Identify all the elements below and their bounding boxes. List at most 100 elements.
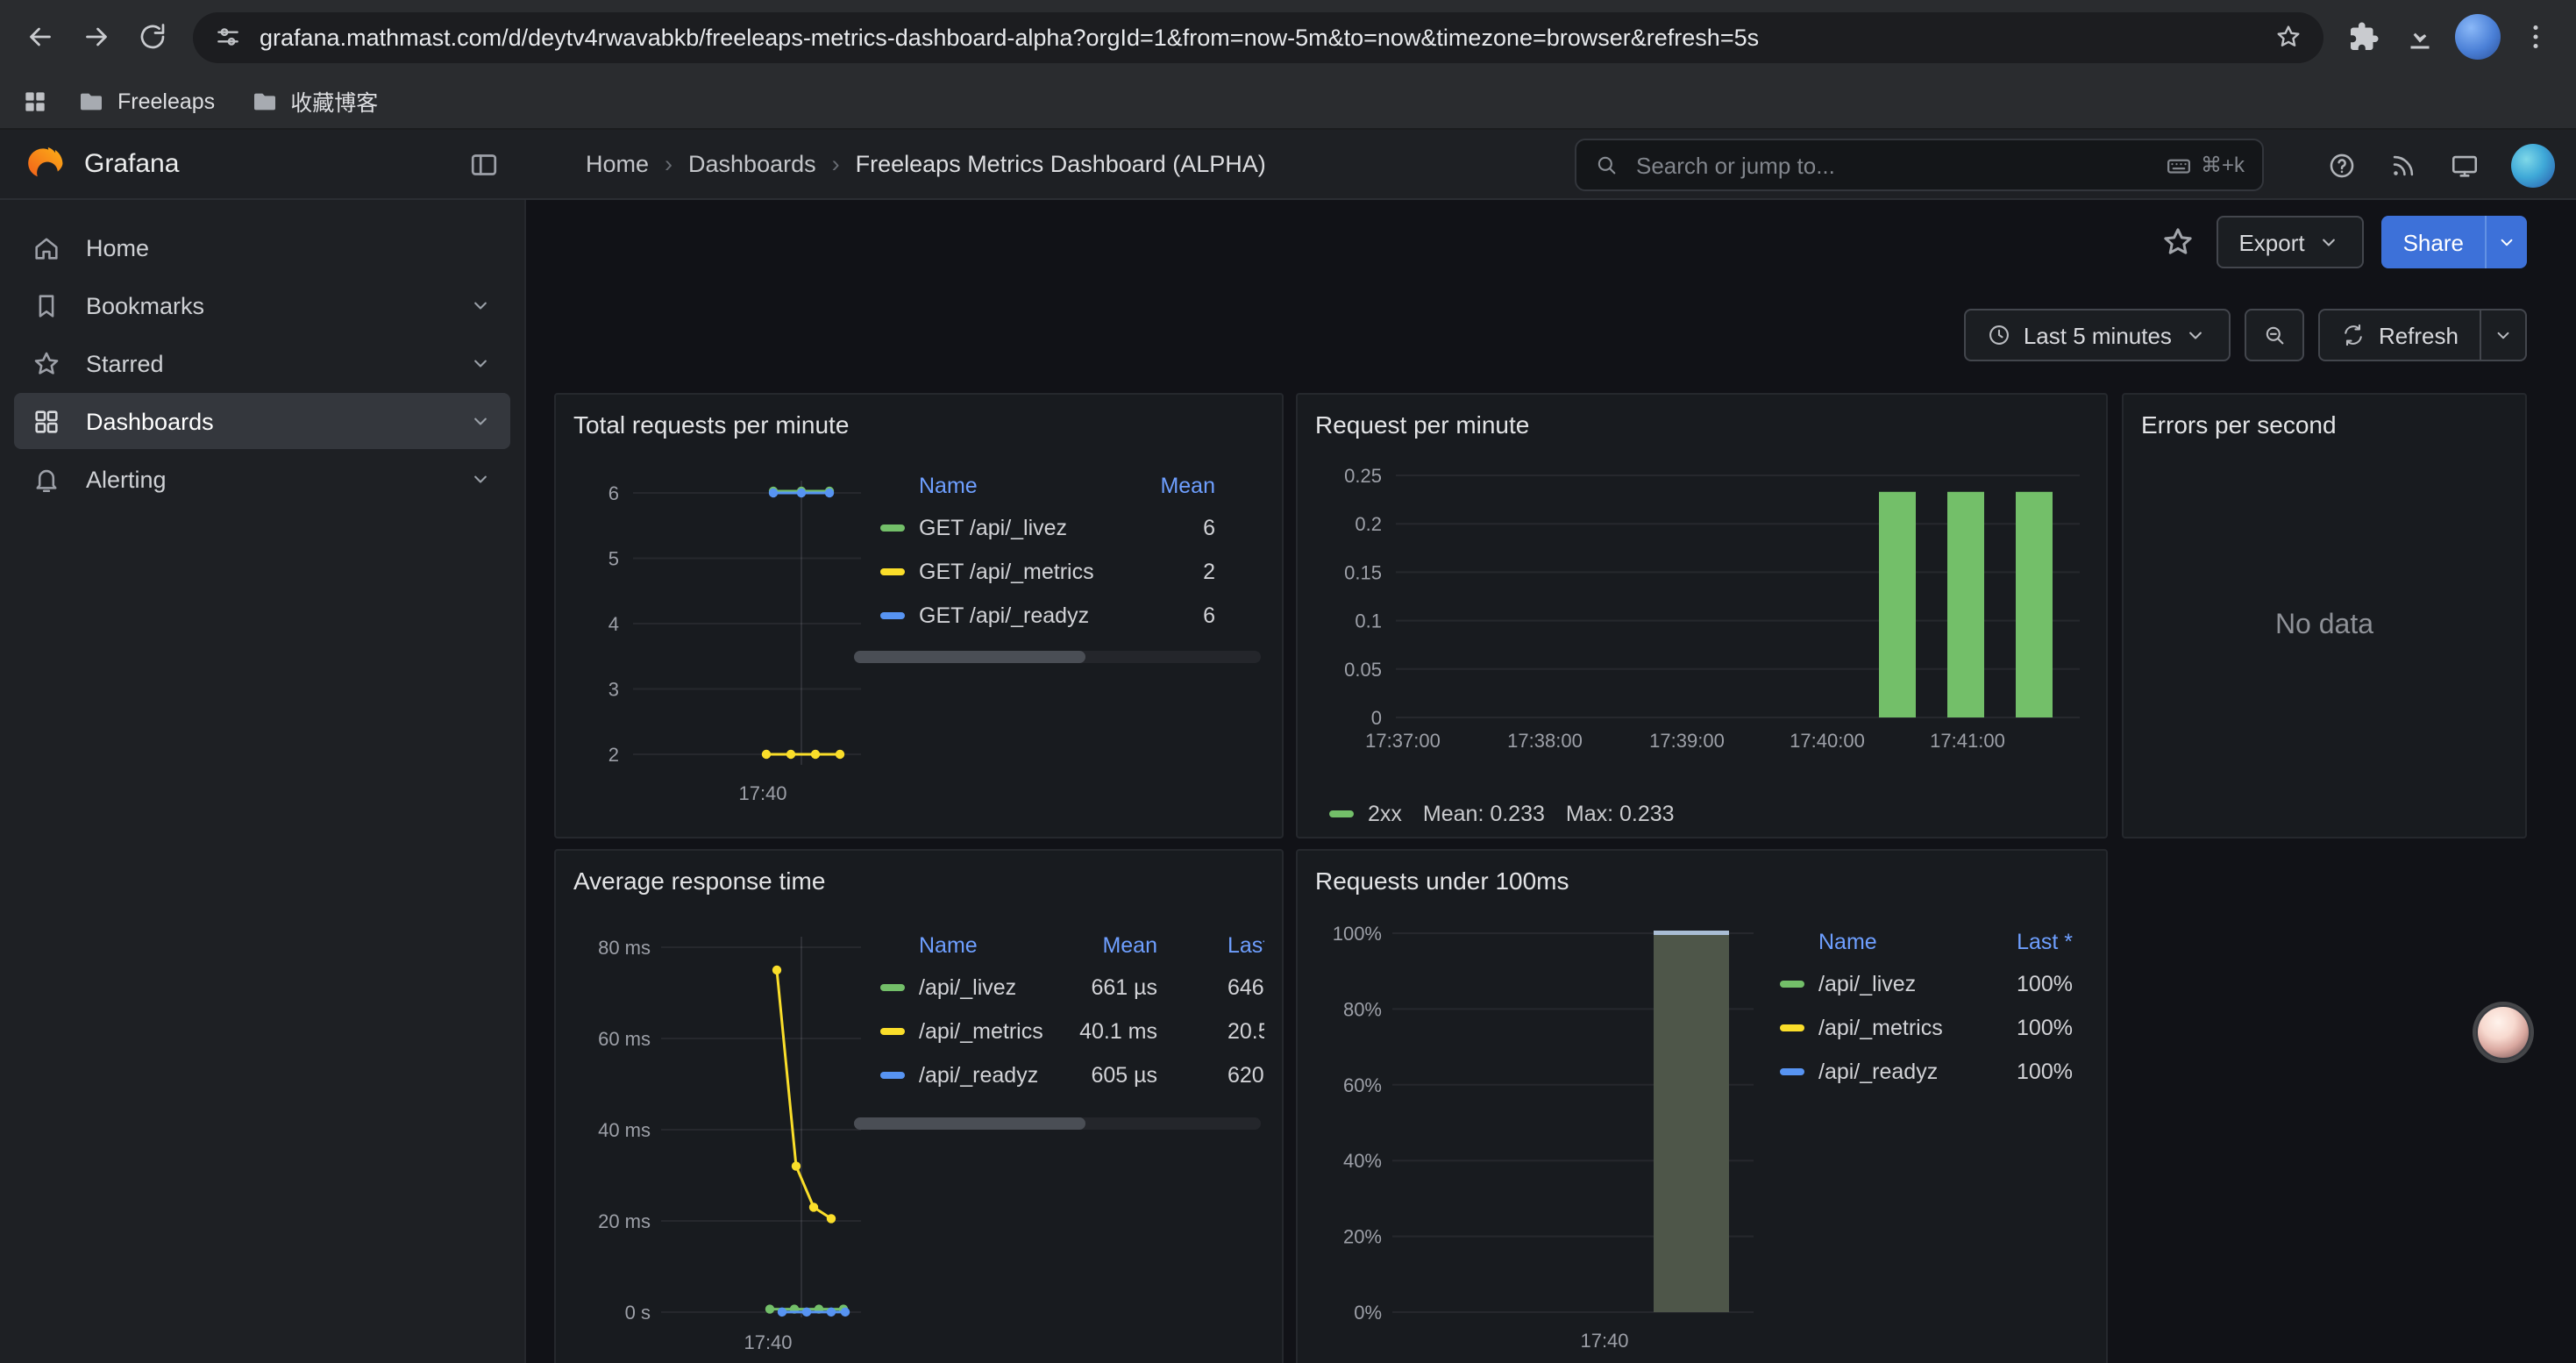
scrollbar-thumb[interactable] [854,651,1085,663]
monitor-icon[interactable] [2450,150,2480,180]
favorite-star-icon[interactable] [2156,221,2198,263]
legend-row[interactable]: /api/_livez100% [1780,961,2073,1005]
search-box[interactable]: ⌘+k [1575,139,2264,191]
share-split-button: Share [2382,216,2527,268]
search-input[interactable] [1633,150,2152,180]
legend-header[interactable]: Mean [1110,474,1215,498]
sidebar-item-alerting[interactable]: Alerting [14,451,510,507]
svg-text:80%: 80% [1343,998,1382,1020]
extensions-icon[interactable] [2338,11,2390,63]
panel-title[interactable]: Average response time [573,860,1264,902]
breadcrumb-item[interactable]: Dashboards [688,151,816,177]
legend-scrollbar[interactable] [854,651,1261,663]
browser-profile-avatar[interactable] [2455,14,2501,60]
sidebar-item-bookmarks[interactable]: Bookmarks [14,277,510,333]
assistant-avatar[interactable] [2476,1005,2530,1060]
chevron-down-icon [2184,323,2209,347]
chevron-down-icon[interactable] [468,409,493,433]
legend-header[interactable]: Name [1780,930,1950,954]
sidebar-item-label: Home [86,234,493,260]
refresh-interval-chevron-icon[interactable] [2481,309,2527,361]
sidebar-item-dashboards[interactable]: Dashboards [14,393,510,449]
folder-icon [77,87,105,115]
svg-text:17:39:00: 17:39:00 [1649,730,1725,752]
total-requests-line-chart[interactable]: 6543217:40 [573,454,868,819]
requests-under-100ms-bar-chart[interactable]: 100%80%60%40%20%0%17:40 [1315,910,1762,1363]
bookmark-item[interactable]: Freeleaps [63,82,229,120]
legend-header[interactable]: Name [880,933,1052,958]
chevron-down-icon[interactable] [468,293,493,318]
chevron-down-icon [2317,230,2342,254]
legend-row[interactable]: /api/_livez661 µs646 µs [880,965,1264,1009]
svg-text:17:40: 17:40 [744,1331,792,1353]
reload-button[interactable] [126,11,179,63]
downloads-icon[interactable] [2394,11,2446,63]
site-settings-icon[interactable] [214,23,242,51]
forward-button[interactable] [70,11,123,63]
chevron-down-icon[interactable] [468,467,493,491]
share-button[interactable]: Share [2382,216,2485,268]
svg-text:0.15: 0.15 [1344,561,1382,583]
refresh-button[interactable]: Refresh [2319,309,2481,361]
url-bar[interactable]: grafana.mathmast.com/d/deytv4rwavabkb/fr… [193,11,2323,62]
svg-text:0.25: 0.25 [1344,465,1382,487]
help-icon[interactable] [2327,150,2357,180]
legend-row[interactable]: GET /api/_livez6 [880,505,1215,549]
legend-row[interactable]: GET /api/_metrics2 [880,549,1215,593]
breadcrumb-separator: › [665,151,672,177]
scrollbar-thumb[interactable] [854,1117,1085,1130]
apps-grid-icon[interactable] [21,87,49,115]
series-color-dash [880,983,905,990]
panel-title[interactable]: Requests under 100ms [1315,860,2089,902]
brand-name: Grafana [84,149,449,179]
zoom-out-button[interactable] [2245,309,2305,361]
time-controls: Last 5 minutes Refresh [1964,309,2527,361]
user-avatar[interactable] [2511,143,2555,187]
export-button[interactable]: Export [2216,216,2364,268]
chevron-down-icon[interactable] [468,351,493,375]
legend-scrollbar[interactable] [854,1117,1261,1130]
series-color-dash [880,611,905,618]
sidebar-item-starred[interactable]: Starred [14,335,510,391]
sidebar-item-label: Alerting [86,466,444,492]
svg-text:17:41:00: 17:41:00 [1930,730,2005,752]
keyboard-icon [2166,152,2192,178]
legend-header[interactable]: Mean [1052,933,1157,958]
dock-menu-icon[interactable] [466,146,502,182]
svg-text:80 ms: 80 ms [598,937,651,959]
legend-header[interactable]: Last * [1950,930,2073,954]
breadcrumb-item[interactable]: Home [586,151,649,177]
request-per-minute-bar-chart[interactable]: 0.250.20.150.10.05017:37:0017:38:0017:39… [1315,454,2092,781]
series-color-dash [880,524,905,531]
legend-row[interactable]: /api/_readyz605 µs620 µs [880,1053,1264,1096]
legend-header[interactable]: Last * [1157,933,1264,958]
legend-row[interactable]: /api/_readyz100% [1780,1049,2073,1093]
legend-row[interactable]: GET /api/_readyz6 [880,593,1215,637]
svg-text:4: 4 [608,613,619,635]
back-button[interactable] [14,11,67,63]
svg-text:100%: 100% [1333,923,1382,945]
legend-row[interactable]: /api/_metrics100% [1780,1005,2073,1049]
panel-title[interactable]: Errors per second [2141,403,2508,446]
panel-title[interactable]: Total requests per minute [573,403,1264,446]
bookmark-item[interactable]: 收藏博客 [236,79,392,123]
bookmark-star-icon[interactable] [2274,23,2302,51]
legend-row[interactable]: /api/_metrics40.1 ms20.5 ms [880,1009,1264,1053]
series-color-dash [1780,1067,1804,1074]
breadcrumb-item[interactable]: Freeleaps Metrics Dashboard (ALPHA) [856,151,1266,177]
share-menu-chevron-icon[interactable] [2485,216,2527,268]
grafana-logo[interactable] [25,143,67,185]
sidebar-item-home[interactable]: Home [14,219,510,275]
sidebar-item-label: Bookmarks [86,292,444,318]
grafana-app: Grafana Home›Dashboards›Freeleaps Metric… [0,130,2576,1363]
time-range-picker[interactable]: Last 5 minutes [1964,309,2231,361]
average-response-time-line-chart[interactable]: 80 ms60 ms40 ms20 ms0 s17:40 [573,910,868,1363]
panel-title[interactable]: Request per minute [1315,403,2089,446]
news-icon[interactable] [2388,150,2418,180]
breadcrumb: Home›Dashboards›Freeleaps Metrics Dashbo… [526,151,1266,177]
legend-header[interactable]: Name [880,474,1110,498]
chart-legend[interactable]: 2xx Mean: 0.233 Max: 0.233 [1315,802,2089,826]
panel-total-requests-per-minute: Total requests per minute 6543217:40 Nam… [554,393,1284,838]
browser-menu-icon[interactable] [2509,11,2562,63]
series-max: Max: 0.233 [1566,802,1675,826]
